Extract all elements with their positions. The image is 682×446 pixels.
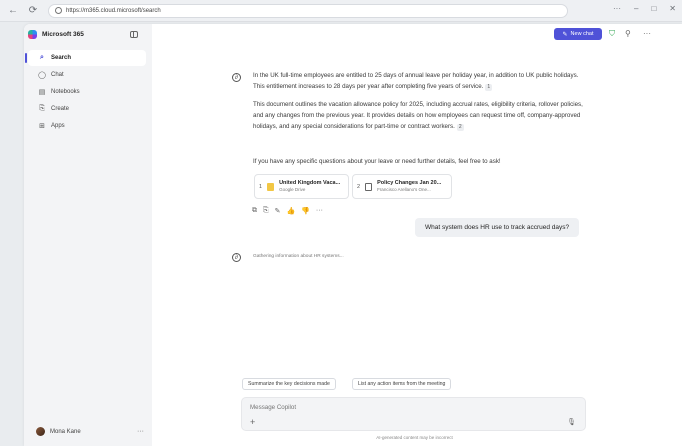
sidebar-nav: ⌕ Search ◯ Chat ▤ Notebooks ⎘ Create ⊞ A… — [24, 50, 152, 135]
export-icon[interactable]: ⎘ — [263, 207, 269, 215]
response-text: In the UK full-time employees are entitl… — [253, 72, 579, 90]
sidebar-item-label: Create — [51, 106, 70, 112]
copilot-icon: ∂ — [232, 253, 241, 262]
document-icon — [365, 182, 373, 191]
reference-card[interactable]: 1 United Kingdom Vaca... Google Drive — [254, 174, 349, 199]
reference-number: 1 — [259, 183, 263, 190]
minimize-icon[interactable]: – — [634, 4, 638, 13]
google-doc-icon — [267, 182, 275, 191]
apps-icon: ⊞ — [39, 123, 45, 130]
reference-number: 2 — [357, 183, 361, 190]
copilot-icon: ∂ — [232, 73, 241, 82]
app-window: Microsoft 365 ⌕ Search ◯ Chat ▤ Notebook… — [24, 24, 682, 446]
shield-icon[interactable]: ⛉ — [609, 29, 615, 39]
response-actions: ⧉ ⎘ ✎ 👍 👎 ··· — [252, 207, 323, 215]
more-icon[interactable]: ··· — [643, 29, 651, 38]
notebook-icon: ▤ — [38, 89, 46, 96]
app-name: Microsoft 365 — [42, 31, 84, 38]
disclaimer: AI-generated content may be incorrect — [376, 435, 453, 440]
maximize-icon[interactable]: □ — [651, 4, 656, 13]
add-icon[interactable]: + — [250, 417, 255, 427]
sidebar-item-label: Notebooks — [51, 89, 80, 95]
response-paragraph-1: In the UK full-time employees are entitl… — [253, 70, 585, 92]
user-message-bubble: What system does HR use to track accrued… — [415, 218, 580, 237]
close-icon[interactable]: ✕ — [669, 4, 676, 13]
settings-icon[interactable]: ⚲ — [625, 29, 631, 38]
response-paragraph-2: This document outlines the vacation allo… — [253, 99, 585, 132]
sidebar-item-apps[interactable]: ⊞ Apps — [24, 118, 152, 134]
response-text: This document outlines the vacation allo… — [253, 101, 583, 130]
create-icon: ⎘ — [39, 105, 45, 112]
browser-more-icon[interactable]: ··· — [613, 4, 621, 13]
sidebar-item-label: Chat — [51, 72, 64, 78]
copy-icon[interactable]: ⧉ — [252, 207, 257, 215]
window-controls: ··· – □ ✕ — [613, 4, 676, 13]
suggestion-chip[interactable]: Summarize the key decisions made — [242, 378, 336, 390]
sidebar-item-label: Search — [51, 55, 72, 61]
sidebar-item-create[interactable]: ⎘ Create — [24, 101, 152, 117]
user-more-icon[interactable]: ··· — [137, 428, 144, 435]
user-name: Mona Kane — [50, 428, 81, 435]
brand: Microsoft 365 — [28, 30, 84, 39]
thumbs-up-icon[interactable]: 👍 — [286, 207, 295, 215]
search-icon: ⌕ — [40, 54, 44, 61]
reference-source: Francisco Arellano's One... — [377, 187, 431, 192]
sidebar-collapse-icon[interactable] — [130, 31, 138, 38]
edit-icon[interactable]: ✎ — [275, 207, 281, 215]
reference-source: Google Drive — [279, 187, 306, 192]
new-chat-button[interactable]: ✎ New chat — [554, 28, 602, 40]
address-bar[interactable]: https://m365.cloud.microsoft/search — [48, 3, 568, 18]
avatar — [36, 427, 45, 436]
user-profile[interactable]: Mona Kane ··· — [36, 427, 144, 436]
suggestion-chip[interactable]: List any action items from the meeting — [352, 378, 452, 390]
compose-icon: ✎ — [562, 31, 568, 38]
reference-title: United Kingdom Vaca... — [279, 180, 341, 186]
m365-logo-icon — [28, 30, 37, 39]
reference-title: Policy Changes Jan 20... — [377, 180, 442, 186]
browser-toolbar: ← ⟳ https://m365.cloud.microsoft/search … — [0, 0, 682, 22]
sidebar-item-chat[interactable]: ◯ Chat — [24, 67, 152, 83]
back-button[interactable]: ← — [6, 4, 20, 18]
citation-badge[interactable]: 2 — [456, 124, 464, 131]
sidebar: Microsoft 365 ⌕ Search ◯ Chat ▤ Notebook… — [24, 24, 152, 446]
thumbs-down-icon[interactable]: 👎 — [301, 207, 310, 215]
sidebar-item-label: Apps — [51, 123, 65, 129]
reference-card[interactable]: 2 Policy Changes Jan 20... Francisco Are… — [352, 174, 452, 199]
more-actions-icon[interactable]: ··· — [316, 207, 323, 215]
new-chat-label: New chat — [570, 31, 594, 37]
chat-icon: ◯ — [38, 72, 46, 79]
url-text: https://m365.cloud.microsoft/search — [66, 7, 161, 14]
sidebar-item-search[interactable]: ⌕ Search — [25, 50, 146, 66]
sidebar-item-notebooks[interactable]: ▤ Notebooks — [24, 84, 152, 100]
citation-badge[interactable]: 1 — [485, 84, 493, 91]
response-paragraph-3: If you have any specific questions about… — [253, 158, 501, 165]
message-input[interactable] — [250, 404, 550, 411]
refresh-button[interactable]: ⟳ — [26, 4, 40, 18]
message-composer: + 🎙 — [241, 397, 586, 431]
status-text: Gathering information about HR systems..… — [253, 254, 344, 259]
lock-icon — [55, 7, 62, 14]
microphone-icon[interactable]: 🎙 — [567, 418, 576, 426]
